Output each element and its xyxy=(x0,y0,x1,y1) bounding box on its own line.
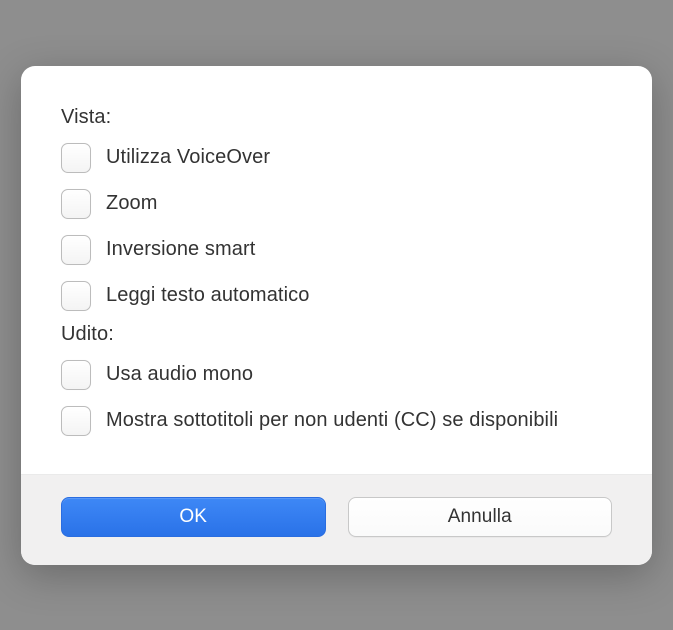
checkbox-label-smart-invert: Inversione smart xyxy=(106,238,255,261)
cancel-button[interactable]: Annulla xyxy=(348,497,613,537)
checkbox-row-zoom: Zoom xyxy=(61,181,612,227)
dialog-footer: OK Annulla xyxy=(21,474,652,565)
checkbox-label-closed-captions: Mostra sottotitoli per non udenti (CC) s… xyxy=(106,409,558,432)
hearing-section-label: Udito: xyxy=(61,323,612,346)
accessibility-dialog: Vista: Utilizza VoiceOver Zoom Inversion… xyxy=(21,66,652,565)
checkbox-label-mono-audio: Usa audio mono xyxy=(106,363,253,386)
checkbox-label-voiceover: Utilizza VoiceOver xyxy=(106,146,270,169)
checkbox-row-mono-audio: Usa audio mono xyxy=(61,352,612,398)
checkbox-label-speak-auto-text: Leggi testo automatico xyxy=(106,284,309,307)
checkbox-row-voiceover: Utilizza VoiceOver xyxy=(61,135,612,181)
checkbox-speak-auto-text[interactable] xyxy=(61,281,91,311)
checkbox-row-closed-captions: Mostra sottotitoli per non udenti (CC) s… xyxy=(61,398,612,444)
checkbox-closed-captions[interactable] xyxy=(61,406,91,436)
vision-section-label: Vista: xyxy=(61,106,612,129)
dialog-content: Vista: Utilizza VoiceOver Zoom Inversion… xyxy=(21,66,652,474)
checkbox-row-smart-invert: Inversione smart xyxy=(61,227,612,273)
checkbox-row-speak-auto-text: Leggi testo automatico xyxy=(61,273,612,319)
checkbox-mono-audio[interactable] xyxy=(61,360,91,390)
checkbox-label-zoom: Zoom xyxy=(106,192,158,215)
checkbox-voiceover[interactable] xyxy=(61,143,91,173)
ok-button[interactable]: OK xyxy=(61,497,326,537)
checkbox-smart-invert[interactable] xyxy=(61,235,91,265)
checkbox-zoom[interactable] xyxy=(61,189,91,219)
